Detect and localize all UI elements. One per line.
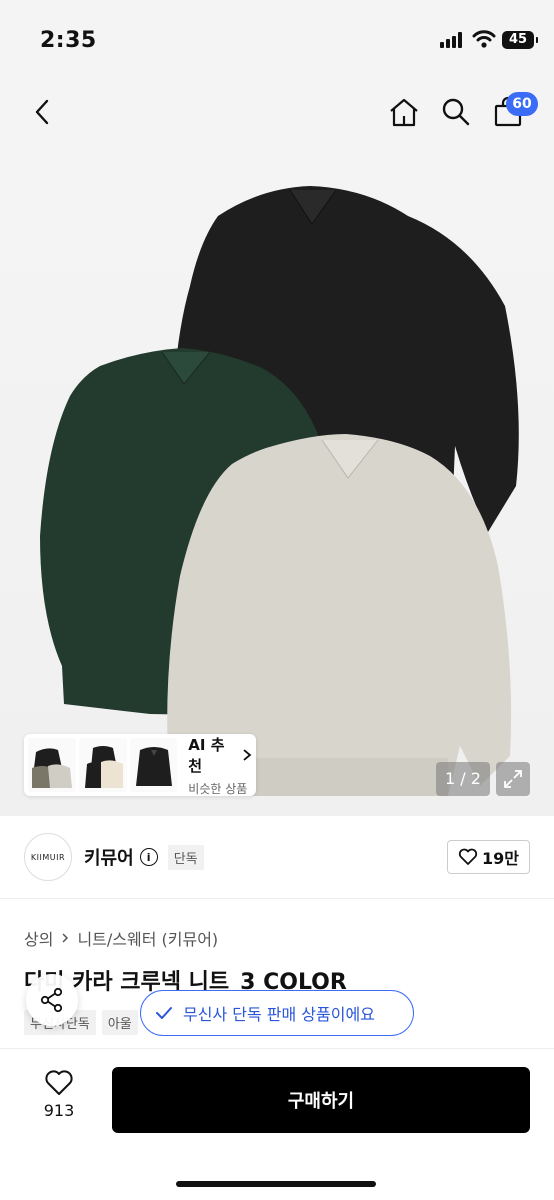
- ai-thumb-3: [129, 738, 178, 792]
- share-icon: [40, 987, 63, 1013]
- share-button[interactable]: [26, 974, 78, 1026]
- search-icon: [442, 98, 470, 126]
- home-icon: [390, 98, 418, 127]
- brand-logo[interactable]: KIIMUIR: [24, 833, 72, 881]
- buy-button[interactable]: 구매하기: [112, 1067, 530, 1133]
- image-pager: 1 / 2: [436, 762, 490, 796]
- home-button[interactable]: [382, 90, 426, 134]
- ai-thumb-1: [28, 738, 76, 792]
- ai-card-subtitle: 비슷한 상품: [188, 781, 248, 796]
- product-tag: 아울: [101, 1010, 138, 1035]
- expand-button[interactable]: [496, 762, 530, 796]
- status-time: 2:35: [40, 28, 97, 53]
- toast-message: 무신사 단독 판매 상품이에요: [183, 1005, 375, 1024]
- product-image: [40, 186, 519, 796]
- top-nav: [0, 80, 554, 146]
- search-button[interactable]: [434, 90, 478, 134]
- brand-like-count: 19만: [482, 849, 519, 868]
- check-icon: [156, 1007, 172, 1019]
- breadcrumb: 상의 니트/스웨터 (키뮤어): [24, 926, 218, 950]
- back-button[interactable]: [20, 90, 64, 134]
- home-indicator: [176, 1181, 376, 1187]
- bottom-action-bar: 913 구매하기: [0, 1048, 554, 1200]
- expand-icon: [504, 770, 522, 788]
- cart-count-badge: 60: [506, 92, 538, 116]
- heart-icon: [45, 1070, 73, 1095]
- signal-icon: [440, 32, 466, 48]
- status-bar: 2:35 45: [0, 0, 554, 80]
- battery-icon: 45: [502, 31, 538, 49]
- chevron-left-icon: [35, 99, 49, 125]
- exclusive-badge: 단독: [167, 844, 204, 870]
- wishlist-button[interactable]: 913: [28, 1069, 90, 1129]
- divider: [0, 898, 554, 899]
- brand-name[interactable]: 키뮤어: [84, 844, 134, 870]
- brand-row: KIIMUIR 키뮤어 i 단독 19만: [24, 832, 530, 882]
- ai-recommendation-card[interactable]: AI 추천 비슷한 상품: [24, 734, 256, 796]
- heart-icon: [458, 848, 478, 865]
- breadcrumb-subcategory[interactable]: 니트/스웨터 (키뮤어): [77, 926, 218, 950]
- product-image-gallery[interactable]: [0, 146, 554, 816]
- chevron-right-icon: [243, 748, 252, 761]
- wishlist-count: 913: [43, 1101, 75, 1120]
- exclusive-toast: 무신사 단독 판매 상품이에요: [140, 990, 414, 1036]
- wifi-icon: [472, 30, 496, 48]
- breadcrumb-category[interactable]: 상의: [24, 926, 53, 950]
- brand-like-button[interactable]: 19만: [447, 840, 530, 874]
- chevron-right-icon: [62, 933, 69, 943]
- ai-thumb-2: [78, 738, 127, 792]
- info-icon[interactable]: i: [139, 848, 158, 866]
- ai-card-title: AI 추천: [188, 734, 252, 776]
